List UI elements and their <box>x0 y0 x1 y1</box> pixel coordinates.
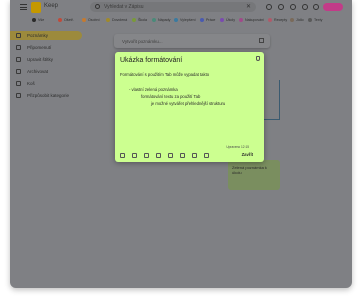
label-dot-icon <box>152 18 156 22</box>
more-icon[interactable] <box>192 153 197 158</box>
sidebar-item-edit-labels[interactable]: Upravit štítky <box>16 55 86 64</box>
bell-icon <box>16 45 21 50</box>
label-dot-icon <box>32 18 36 22</box>
label-chip[interactable]: Vše <box>32 16 44 24</box>
app-window: Keep Vyhledat v Zápisu ✕ Vše Ošetř. Osob… <box>10 0 352 288</box>
menu-icon[interactable] <box>20 4 27 10</box>
label-chip[interactable]: Texty <box>308 16 322 24</box>
note-body-line[interactable]: Formátování s použitím Tab může vypadat … <box>120 72 209 77</box>
label-dot-icon <box>220 18 224 22</box>
label-chip[interactable]: Práce <box>200 16 215 24</box>
label-chip[interactable]: Nápady <box>152 16 170 24</box>
label-chip[interactable]: Jídlo <box>290 16 304 24</box>
background-note-text: Zelená poznámka k úkolu <box>232 165 267 175</box>
apps-icon[interactable] <box>302 4 308 10</box>
label-dot-icon <box>82 18 86 22</box>
note-body-line[interactable]: formátování textu za použití Tab <box>141 94 200 99</box>
label-dot-icon <box>132 18 136 22</box>
label-dot-icon <box>290 18 294 22</box>
label-dot-icon <box>200 18 204 22</box>
keep-logo <box>31 2 41 13</box>
palette-icon[interactable] <box>156 153 161 158</box>
top-bar: Keep Vyhledat v Zápisu ✕ <box>10 0 352 14</box>
sidebar-item-archive[interactable]: Archivovat <box>16 67 86 76</box>
new-note-input[interactable]: Vytvořit poznámku... <box>114 34 270 48</box>
archive-icon[interactable] <box>180 153 185 158</box>
label-chip[interactable]: Vylepšení <box>174 16 196 24</box>
trash-icon <box>16 81 21 86</box>
category-icon <box>16 93 21 98</box>
archive-icon <box>16 69 21 74</box>
background-note[interactable]: Zelená poznámka k úkolu <box>228 160 280 190</box>
sidebar-item-notes[interactable]: Poznámky <box>10 31 82 40</box>
label-filter-bar: Vše Ošetř. Osobní Dovolená Škola Nápady … <box>10 15 352 25</box>
search-bar[interactable]: Vyhledat v Zápisu ✕ <box>90 2 256 12</box>
new-note-placeholder: Vytvořit poznámku... <box>122 39 163 44</box>
label-dot-icon <box>239 18 243 22</box>
refresh-icon[interactable] <box>266 4 272 10</box>
label-dot-icon <box>308 18 312 22</box>
label-dot-icon <box>268 18 272 22</box>
pin-icon[interactable] <box>256 56 260 61</box>
checkbox-icon[interactable] <box>259 38 264 43</box>
edited-timestamp: Upraveno 12:15 <box>226 145 249 149</box>
account-toggle[interactable] <box>323 3 343 11</box>
note-body-line[interactable]: - vlastní zelená poznámka <box>129 87 178 92</box>
label-chip[interactable]: Recepty <box>268 16 287 24</box>
add-reminder-icon[interactable] <box>132 153 137 158</box>
account-icon[interactable] <box>313 4 319 10</box>
sidebar-item-trash[interactable]: Koš <box>16 79 86 88</box>
undo-icon[interactable] <box>204 153 209 158</box>
settings-icon[interactable] <box>290 4 296 10</box>
note-body-line[interactable]: je možné vytvářet přehlednější strukturu <box>151 101 225 106</box>
sidebar-item-reminders[interactable]: Připomenutí <box>16 43 86 52</box>
label-chip[interactable]: Dovolená <box>106 16 127 24</box>
label-chip[interactable]: Ošetř. <box>58 16 74 24</box>
label-dot-icon <box>106 18 110 22</box>
format-icon[interactable] <box>120 153 125 158</box>
sidebar-item-categories[interactable]: Přizpůsobit kategorie <box>16 91 86 100</box>
note-editor-dialog: Ukázka formátování Formátování s použití… <box>115 52 264 162</box>
label-chip[interactable]: Osobní <box>82 16 100 24</box>
image-icon[interactable] <box>168 153 173 158</box>
collaborator-icon[interactable] <box>144 153 149 158</box>
app-name: Keep <box>44 3 59 9</box>
search-icon <box>95 4 100 9</box>
lightbulb-icon <box>16 33 21 38</box>
search-input[interactable]: Vyhledat v Zápisu <box>104 4 144 10</box>
close-icon[interactable]: ✕ <box>246 3 251 10</box>
close-button[interactable]: Zavřít <box>242 152 253 157</box>
label-chip[interactable]: Úkoly <box>220 16 235 24</box>
list-view-icon[interactable] <box>278 4 284 10</box>
label-dot-icon <box>58 18 62 22</box>
label-chip[interactable]: Škola <box>132 16 147 24</box>
note-title[interactable]: Ukázka formátování <box>120 57 182 64</box>
pencil-icon <box>16 57 21 62</box>
label-chip[interactable]: Nakupování <box>239 16 264 24</box>
label-dot-icon <box>174 18 178 22</box>
